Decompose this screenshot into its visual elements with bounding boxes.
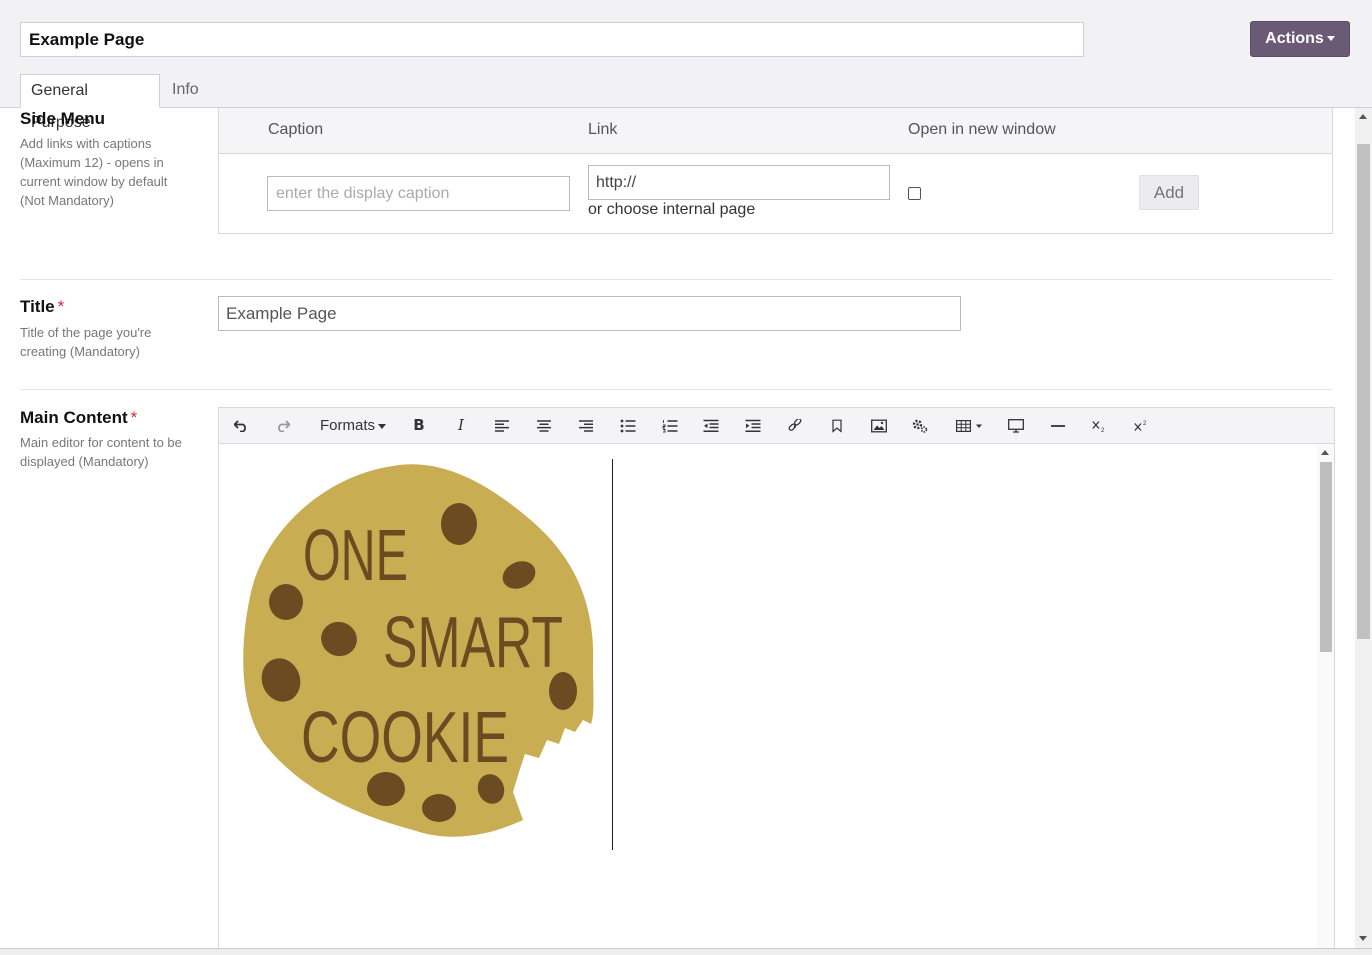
cookie-text-one: ONE bbox=[303, 516, 408, 596]
rich-text-editor: Formats B I 2 2 ONE SMART COOKIE bbox=[218, 407, 1335, 948]
open-new-window-checkbox[interactable] bbox=[908, 187, 921, 200]
preview-icon[interactable] bbox=[996, 408, 1036, 443]
tab-general-purpose[interactable]: General Purpose bbox=[20, 74, 160, 131]
tab-info[interactable]: Info bbox=[162, 74, 209, 108]
align-left-icon[interactable] bbox=[482, 408, 522, 443]
svg-text:2: 2 bbox=[1143, 421, 1147, 427]
required-mark: * bbox=[57, 297, 65, 316]
caption-input[interactable]: enter the display caption bbox=[267, 176, 570, 211]
main-content-help: Main editor for content to be displayed … bbox=[20, 435, 182, 469]
table-icon[interactable] bbox=[942, 408, 997, 443]
page-scrollbar[interactable] bbox=[1355, 108, 1372, 948]
divider bbox=[20, 389, 1333, 390]
editor-scroll-thumb[interactable] bbox=[1320, 462, 1332, 652]
required-mark: * bbox=[130, 408, 138, 427]
scroll-up-arrow-icon[interactable] bbox=[1321, 450, 1329, 455]
chocolate-chip bbox=[269, 584, 303, 620]
bookmark-icon[interactable] bbox=[817, 408, 857, 443]
svg-text:2: 2 bbox=[1101, 428, 1105, 432]
side-menu-table: Caption Link Open in new window enter th… bbox=[218, 108, 1333, 234]
text-cursor bbox=[612, 459, 613, 850]
page-scroll-thumb[interactable] bbox=[1357, 144, 1370, 639]
side-menu-label: Side Menu bbox=[20, 109, 106, 128]
chocolate-chip bbox=[441, 503, 477, 545]
undo-icon[interactable] bbox=[221, 408, 261, 443]
cookie-text-cookie: COOKIE bbox=[301, 698, 509, 778]
align-right-icon[interactable] bbox=[566, 408, 606, 443]
column-link: Link bbox=[588, 121, 618, 138]
media-settings-icon[interactable] bbox=[900, 408, 940, 443]
bold-icon[interactable]: B bbox=[399, 408, 439, 443]
caret-down-icon bbox=[1326, 36, 1335, 42]
bullet-list-icon[interactable] bbox=[608, 408, 648, 443]
subscript-icon[interactable]: 2 bbox=[1079, 408, 1119, 443]
italic-icon[interactable]: I bbox=[441, 408, 481, 443]
side-menu-help: Add links with captions (Maximum 12) - o… bbox=[20, 136, 168, 208]
actions-label: Actions bbox=[1265, 30, 1324, 47]
column-open-new-window: Open in new window bbox=[908, 121, 1056, 138]
title-help: Title of the page you're creating (Manda… bbox=[20, 325, 152, 359]
redo-icon[interactable] bbox=[263, 408, 303, 443]
editor-scrollbar[interactable] bbox=[1317, 444, 1334, 948]
page-name-field[interactable]: Example Page bbox=[20, 22, 1084, 57]
link-input[interactable]: http:// bbox=[588, 165, 890, 200]
indent-icon[interactable] bbox=[733, 408, 773, 443]
scroll-down-arrow-icon[interactable] bbox=[1359, 936, 1367, 941]
formats-label: Formats bbox=[319, 417, 375, 434]
cookie-text-smart: SMART bbox=[383, 603, 563, 683]
align-center-icon[interactable] bbox=[524, 408, 564, 443]
title-label: Title * bbox=[20, 297, 65, 316]
superscript-icon[interactable]: 2 bbox=[1121, 408, 1161, 443]
actions-button[interactable]: Actions bbox=[1250, 21, 1350, 57]
formats-dropdown[interactable]: Formats bbox=[307, 408, 399, 443]
horizontal-scrollbar[interactable] bbox=[0, 948, 1372, 955]
add-link-button[interactable]: Add bbox=[1139, 175, 1199, 210]
chocolate-chip bbox=[422, 794, 456, 822]
column-caption: Caption bbox=[268, 121, 324, 138]
horizontal-rule-icon[interactable] bbox=[1038, 408, 1078, 443]
image-icon[interactable] bbox=[859, 408, 899, 443]
editor-content-area[interactable]: ONE SMART COOKIE bbox=[219, 444, 1317, 948]
side-menu-header-row: Caption Link Open in new window bbox=[219, 108, 1332, 154]
link-icon[interactable] bbox=[775, 408, 815, 443]
form-content: Side Menu Add links with captions (Maxim… bbox=[0, 108, 1355, 948]
divider bbox=[20, 279, 1333, 280]
page-header: Example Page Actions General Purpose Inf… bbox=[0, 0, 1372, 131]
numbered-list-icon[interactable] bbox=[650, 408, 690, 443]
scroll-up-arrow-icon[interactable] bbox=[1359, 114, 1367, 119]
chevron-down-icon bbox=[378, 423, 386, 429]
editor-toolbar: Formats B I 2 2 bbox=[219, 408, 1334, 444]
main-content-label: Main Content * bbox=[20, 408, 138, 427]
choose-internal-page-link[interactable]: or choose internal page bbox=[588, 201, 755, 219]
title-input[interactable]: Example Page bbox=[218, 296, 961, 331]
cookie-image[interactable]: ONE SMART COOKIE bbox=[243, 462, 595, 837]
outdent-icon[interactable] bbox=[691, 408, 731, 443]
